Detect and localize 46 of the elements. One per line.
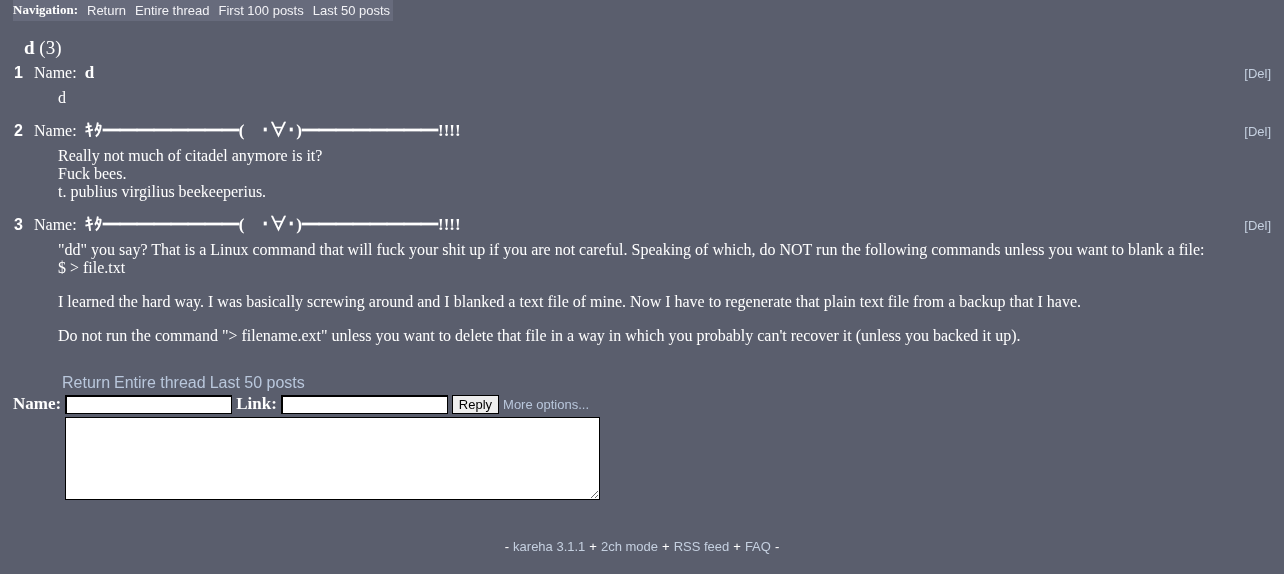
- post-count: (3): [39, 37, 62, 58]
- separator-text: -: [774, 539, 780, 554]
- post-text: d: [58, 89, 67, 107]
- poster-name: d: [84, 63, 95, 83]
- poster-name: ｷﾀ━━━━━━━━( ･∀･)━━━━━━━━!!!!: [84, 121, 461, 141]
- name-label: Name:: [34, 122, 77, 140]
- post-text: Really not much of citadel anymore is it?: [58, 147, 324, 165]
- name-label: Name:: [34, 216, 77, 234]
- post-text: t. publius virgilius beekeeperius.: [58, 183, 268, 201]
- footer-link[interactable]: RSS feed: [673, 539, 730, 554]
- nav-link[interactable]: Return: [87, 2, 127, 18]
- nav-link[interactable]: Entire thread: [135, 2, 210, 18]
- more-options-link[interactable]: More options...: [503, 396, 590, 412]
- delete-link[interactable]: [Del]: [1244, 124, 1271, 139]
- post-text: $ > file.txt: [58, 259, 127, 277]
- name-field[interactable]: [65, 394, 233, 414]
- navigation-label: Navigation:: [13, 2, 78, 18]
- post-number: 2: [14, 122, 24, 140]
- post-text: I learned the hard way. I was basically screwing around and I blanked a text file of mine. Now I have to regenerate that plain text file from a backup that I have.: [58, 293, 1082, 311]
- link-label: Link:: [236, 394, 277, 414]
- nav-link[interactable]: First 100 posts: [218, 2, 304, 18]
- thread-title: d: [24, 37, 35, 58]
- separator-text: +: [733, 539, 741, 554]
- name-label: Name:: [13, 394, 62, 414]
- name-label: Name:: [34, 64, 77, 82]
- thread-link[interactable]: Entire thread: [114, 374, 206, 392]
- reply-button[interactable]: Reply: [451, 394, 500, 414]
- post-number: 3: [14, 216, 24, 234]
- link-field[interactable]: [280, 394, 448, 414]
- footer-link[interactable]: kareha 3.1.1: [513, 539, 586, 554]
- message-field[interactable]: [65, 417, 601, 500]
- nav-link[interactable]: Last 50 posts: [312, 2, 391, 18]
- poster-name: ｷﾀ━━━━━━━━( ･∀･)━━━━━━━━!!!!: [84, 215, 461, 235]
- delete-link[interactable]: [Del]: [1244, 218, 1271, 233]
- separator-text: +: [662, 539, 670, 554]
- delete-link[interactable]: [Del]: [1244, 66, 1271, 81]
- separator-text: -: [504, 539, 510, 554]
- post-text: "dd" you say? That is a Linux command that will fuck your shit up if you are not careful. Speaking of which, do NOT run the following commands unless you want to blank a file:: [58, 241, 1206, 259]
- thread-link[interactable]: Last 50 posts: [209, 374, 305, 392]
- footer-link[interactable]: FAQ: [744, 539, 771, 554]
- separator-text: +: [589, 539, 597, 554]
- footer-link[interactable]: 2ch mode: [600, 539, 659, 554]
- thread-link[interactable]: Return: [62, 374, 111, 392]
- post-text: Fuck bees.: [58, 165, 128, 183]
- post-number: 1: [14, 64, 24, 82]
- post-text: Do not run the command "> filename.ext" unless you want to delete that file in a way in which you probably can't recover it (unless you backed it up).: [58, 327, 1022, 345]
